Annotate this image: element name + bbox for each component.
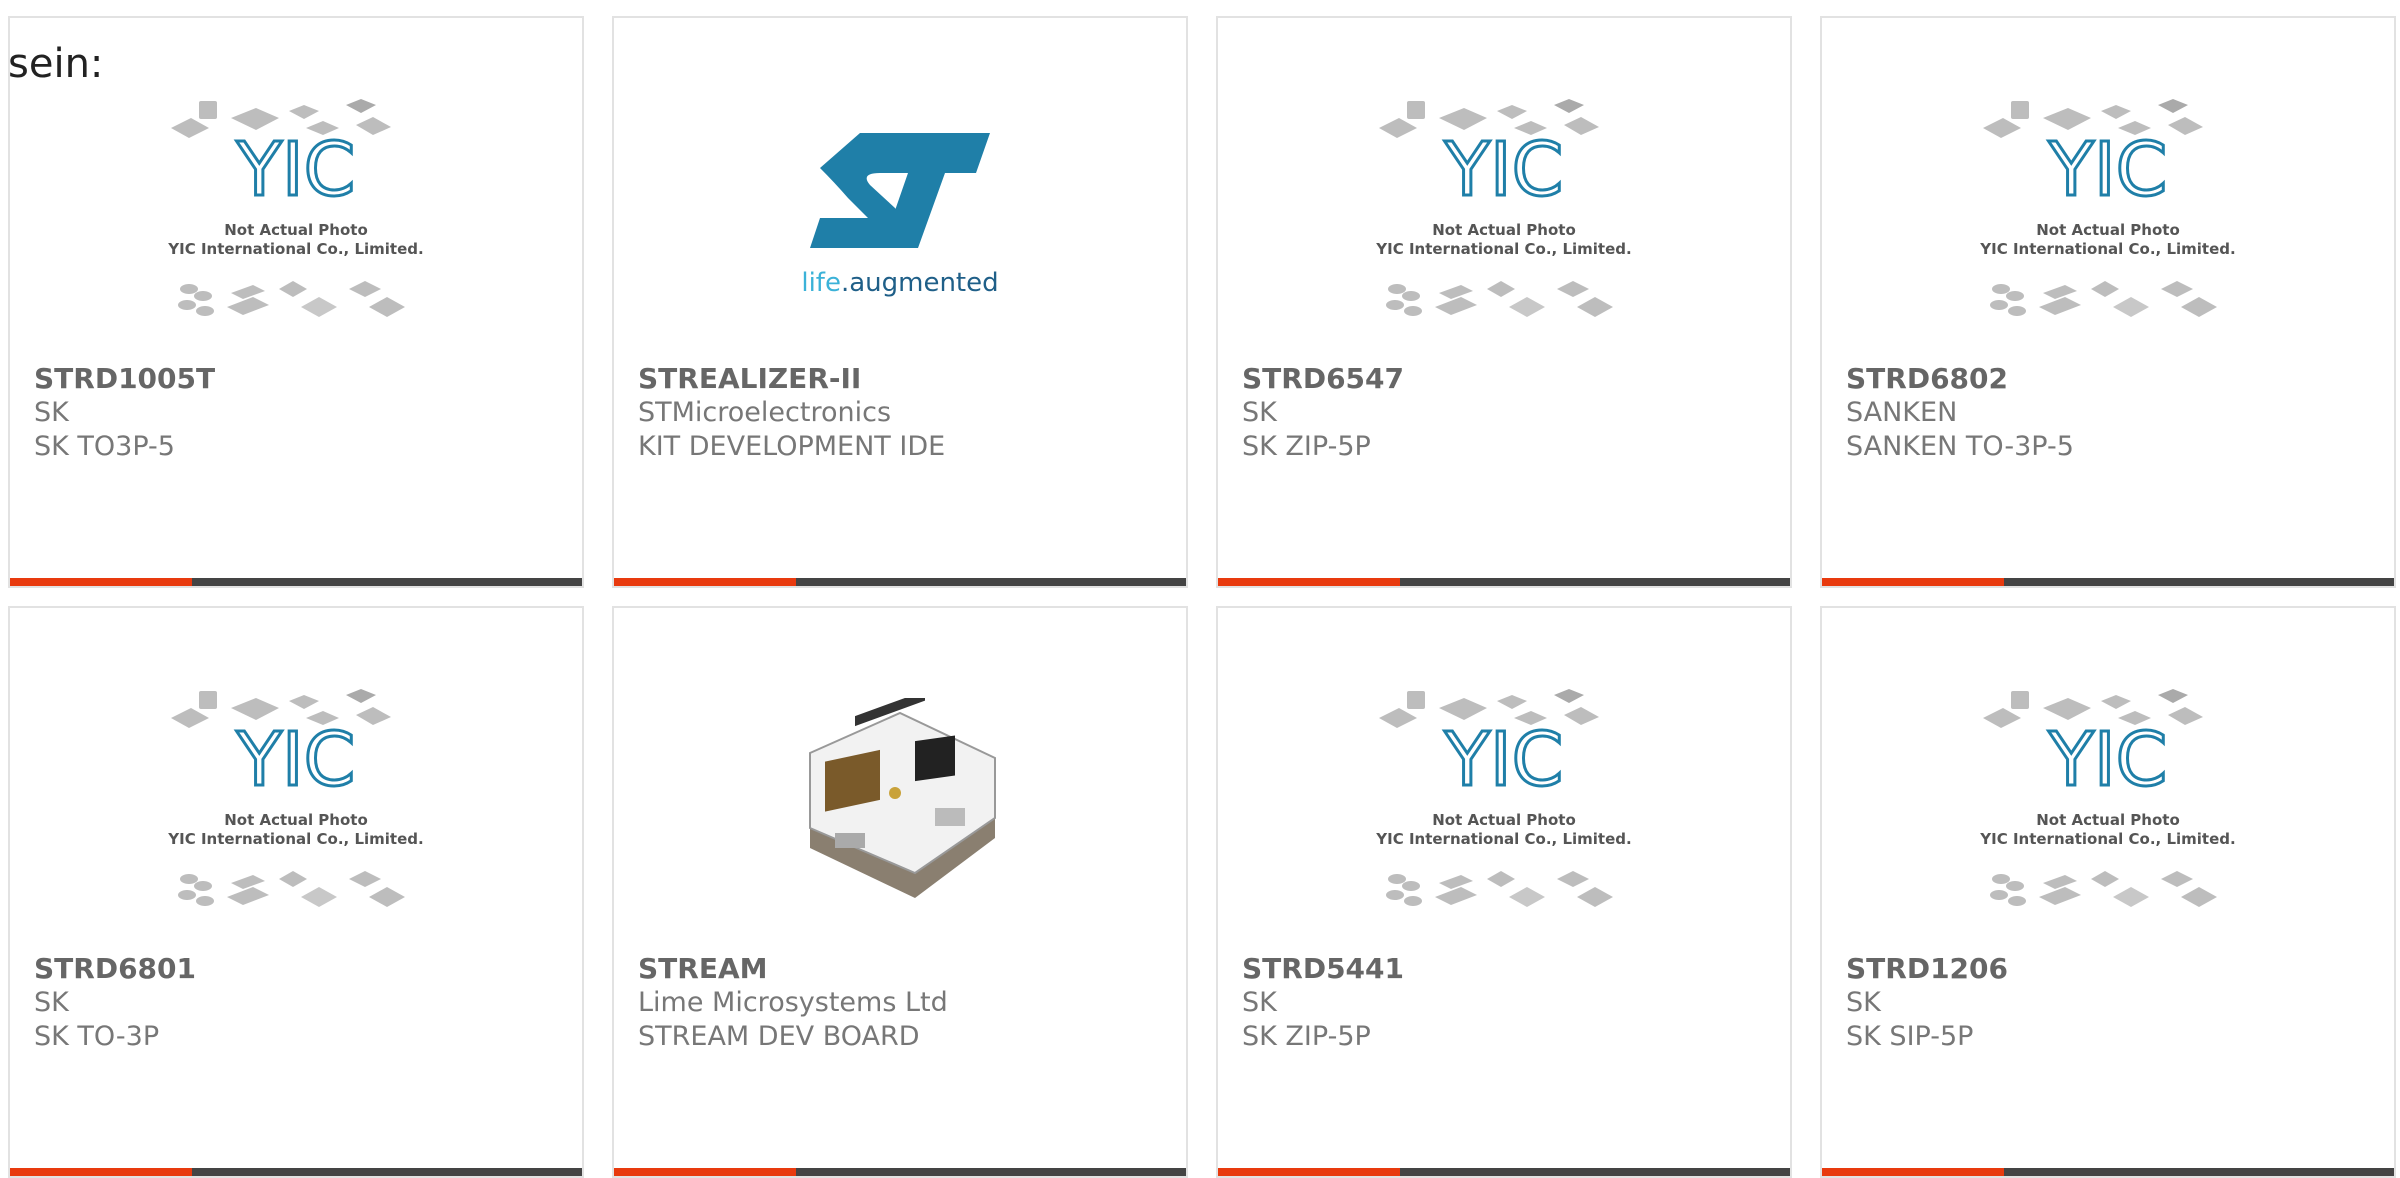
- card-accent-segment: [614, 578, 796, 586]
- product-part-number[interactable]: STREALIZER-II: [638, 362, 1166, 396]
- product-manufacturer: SK: [1242, 987, 1277, 1018]
- product-image[interactable]: [614, 668, 1186, 938]
- product-image[interactable]: YIC Not Actual Photo YIC International C…: [1822, 78, 2394, 348]
- svg-text:YIC International Co., Limited: YIC International Co., Limited.: [167, 830, 423, 848]
- product-description: SK ZIP-5P: [1242, 1021, 1371, 1052]
- product-part-number[interactable]: STRD1206: [1846, 952, 2374, 986]
- svg-text:YIC: YIC: [2048, 127, 2168, 213]
- card-accent-bar: [10, 1168, 582, 1176]
- svg-text:Not Actual Photo: Not Actual Photo: [2036, 221, 2180, 239]
- card-accent-bar: [614, 1168, 1186, 1176]
- product-manufacturer: STMicroelectronics: [638, 397, 892, 428]
- product-info: STREALIZER-II STMicroelectronics KIT DEVEL…: [638, 362, 1166, 464]
- product-description: STREAM DEV BOARD: [638, 1021, 920, 1052]
- product-description: SK TO3P-5: [34, 431, 175, 462]
- yic-placeholder-image: YIC Not Actual Photo YIC International C…: [1375, 689, 1632, 907]
- product-manufacturer: SANKEN: [1846, 397, 1958, 428]
- svg-text:Not Actual Photo: Not Actual Photo: [1432, 221, 1576, 239]
- product-card[interactable]: YIC Not Actual Photo YIC International C…: [8, 606, 584, 1178]
- product-part-number[interactable]: STREAM: [638, 952, 1166, 986]
- product-info: STRD6802 SANKEN SANKEN TO-3P-5: [1846, 362, 2374, 464]
- product-info: STREAM Lime Microsystems Ltd STREAM DEV BO…: [638, 952, 1166, 1054]
- svg-text:YIC International Co., Limited: YIC International Co., Limited.: [1375, 240, 1631, 258]
- product-image[interactable]: YIC Not Actual Photo YIC International C…: [1218, 668, 1790, 938]
- product-description: SANKEN TO-3P-5: [1846, 431, 2074, 462]
- product-image[interactable]: YIC Not Actual Photo YIC International C…: [1822, 668, 2394, 938]
- product-card[interactable]: YIC Not Actual Photo YIC International C…: [1820, 16, 2396, 588]
- intro-text: sein:: [8, 41, 104, 87]
- svg-text:YIC: YIC: [2048, 717, 2168, 803]
- svg-text:YIC International Co., Limited: YIC International Co., Limited.: [1979, 240, 2235, 258]
- svg-text:YIC: YIC: [1444, 717, 1564, 803]
- product-part-number[interactable]: STRD6802: [1846, 362, 2374, 396]
- product-image[interactable]: YIC Not Actual Photo YIC International C…: [10, 78, 582, 348]
- product-card[interactable]: YIC Not Actual Photo YIC International C…: [1216, 606, 1792, 1178]
- product-part-number[interactable]: STRD5441: [1242, 952, 1770, 986]
- product-info: STRD1206 SK SK SIP-5P: [1846, 952, 2374, 1054]
- product-image[interactable]: life.augmented: [614, 78, 1186, 348]
- card-accent-bar: [1822, 1168, 2394, 1176]
- product-image[interactable]: YIC Not Actual Photo YIC International C…: [10, 668, 582, 938]
- svg-text:YIC International Co., Limited: YIC International Co., Limited.: [167, 240, 423, 258]
- card-accent-segment: [1822, 1168, 2004, 1176]
- product-manufacturer: SK: [1846, 987, 1881, 1018]
- yic-placeholder-image: YIC Not Actual Photo YIC International C…: [1979, 689, 2236, 907]
- dev-board-photo: [809, 698, 996, 898]
- card-accent-bar: [614, 578, 1186, 586]
- product-info: STRD5441 SK SK ZIP-5P: [1242, 952, 1770, 1054]
- svg-text:Not Actual Photo: Not Actual Photo: [224, 811, 368, 829]
- product-part-number[interactable]: STRD6547: [1242, 362, 1770, 396]
- product-info: STRD6547 SK SK ZIP-5P: [1242, 362, 1770, 464]
- product-card[interactable]: YIC Not Actual Photo YIC International C…: [1216, 16, 1792, 588]
- product-card[interactable]: YIC Not Actual Photo YIC International C…: [1820, 606, 2396, 1178]
- card-accent-bar: [1218, 1168, 1790, 1176]
- card-accent-bar: [10, 578, 582, 586]
- product-grid: YIC Not Actual Photo YIC International C…: [0, 0, 2400, 1178]
- yic-placeholder-image: YIC Not Actual Photo YIC International C…: [1979, 99, 2236, 317]
- product-info: STRD1005T SK SK TO3P-5: [34, 362, 562, 464]
- product-description: SK TO-3P: [34, 1021, 160, 1052]
- card-accent-segment: [1822, 578, 2004, 586]
- svg-text:life.augmented: life.augmented: [801, 268, 998, 298]
- card-accent-segment: [10, 578, 192, 586]
- product-manufacturer: SK: [34, 397, 69, 428]
- svg-text:Not Actual Photo: Not Actual Photo: [2036, 811, 2180, 829]
- card-accent-bar: [1822, 578, 2394, 586]
- svg-text:Not Actual Photo: Not Actual Photo: [224, 221, 368, 239]
- st-logo: life.augmented: [801, 133, 999, 298]
- product-manufacturer: Lime Microsystems Ltd: [638, 987, 948, 1018]
- yic-placeholder-image: YIC Not Actual Photo YIC International C…: [1375, 99, 1632, 317]
- card-accent-segment: [1218, 1168, 1400, 1176]
- product-info: STRD6801 SK SK TO-3P: [34, 952, 562, 1054]
- product-manufacturer: SK: [34, 987, 69, 1018]
- card-accent-bar: [1218, 578, 1790, 586]
- product-part-number[interactable]: STRD1005T: [34, 362, 562, 396]
- svg-text:Not Actual Photo: Not Actual Photo: [1432, 811, 1576, 829]
- product-part-number[interactable]: STRD6801: [34, 952, 562, 986]
- card-accent-segment: [614, 1168, 796, 1176]
- product-description: SK SIP-5P: [1846, 1021, 1974, 1052]
- product-card[interactable]: STREAM Lime Microsystems Ltd STREAM DEV BO…: [612, 606, 1188, 1178]
- product-image[interactable]: YIC Not Actual Photo YIC International C…: [1218, 78, 1790, 348]
- product-card[interactable]: life.augmented STREALIZER-II STMicroelect…: [612, 16, 1188, 588]
- svg-text:YIC International Co., Limited: YIC International Co., Limited.: [1375, 830, 1631, 848]
- yic-placeholder-image: YIC Not Actual Photo YIC International C…: [167, 689, 424, 907]
- product-card[interactable]: YIC Not Actual Photo YIC International C…: [8, 16, 584, 588]
- product-manufacturer: SK: [1242, 397, 1277, 428]
- card-accent-segment: [10, 1168, 192, 1176]
- product-description: KIT DEVELOPMENT IDE: [638, 431, 946, 462]
- yic-placeholder-image: YIC Not Actual Photo YIC International C…: [167, 99, 424, 317]
- product-description: SK ZIP-5P: [1242, 431, 1371, 462]
- svg-text:YIC: YIC: [236, 717, 356, 803]
- svg-text:YIC: YIC: [236, 127, 356, 213]
- svg-text:YIC International Co., Limited: YIC International Co., Limited.: [1979, 830, 2235, 848]
- card-accent-segment: [1218, 578, 1400, 586]
- svg-text:YIC: YIC: [1444, 127, 1564, 213]
